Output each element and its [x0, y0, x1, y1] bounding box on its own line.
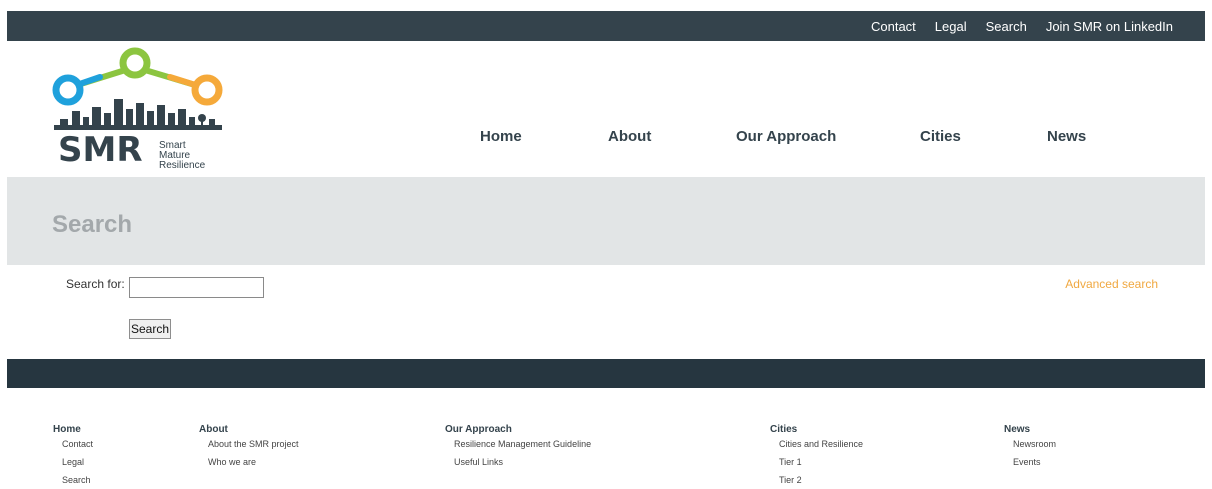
nav-cities[interactable]: Cities: [920, 128, 961, 145]
nav-news[interactable]: News: [1047, 128, 1086, 145]
advanced-search-link[interactable]: Advanced search: [1065, 277, 1158, 291]
footer-heading[interactable]: About: [199, 424, 299, 435]
footer-heading[interactable]: Cities: [770, 424, 863, 435]
footer-divider-band: [7, 359, 1205, 388]
footer-link[interactable]: Events: [1013, 458, 1056, 467]
search-label: Search for:: [66, 277, 125, 291]
footer-link[interactable]: Cities and Resilience: [779, 440, 863, 449]
search-input[interactable]: [129, 277, 264, 298]
logo-subtitle: Smart Mature Resilience: [159, 141, 205, 171]
search-button[interactable]: Search: [129, 319, 171, 339]
footer-link[interactable]: Contact: [62, 440, 93, 449]
top-link-linkedin[interactable]: Join SMR on LinkedIn: [1046, 19, 1173, 34]
top-link-legal[interactable]: Legal: [935, 19, 967, 34]
top-utility-bar: Contact Legal Search Join SMR on LinkedI…: [7, 11, 1205, 41]
footer-link[interactable]: Useful Links: [454, 458, 591, 467]
site-logo[interactable]: SMR Smart Mature Resilience: [50, 45, 230, 175]
page: Contact Legal Search Join SMR on LinkedI…: [0, 0, 1212, 489]
footer-column-our-approach: Our Approach Resilience Management Guide…: [445, 424, 591, 476]
footer-link[interactable]: Newsroom: [1013, 440, 1056, 449]
footer-link[interactable]: Search: [62, 476, 93, 485]
nav-home[interactable]: Home: [480, 128, 522, 145]
footer-heading[interactable]: News: [1004, 424, 1056, 435]
footer-link[interactable]: Tier 2: [779, 476, 863, 485]
top-link-search[interactable]: Search: [986, 19, 1027, 34]
nav-our-approach[interactable]: Our Approach: [736, 128, 836, 145]
footer-column-about: About About the SMR project Who we are: [199, 424, 299, 476]
footer-column-news: News Newsroom Events: [1004, 424, 1056, 476]
footer-link[interactable]: Legal: [62, 458, 93, 467]
footer-link[interactable]: About the SMR project: [208, 440, 299, 449]
footer-link[interactable]: Tier 1: [779, 458, 863, 467]
footer-heading[interactable]: Our Approach: [445, 424, 591, 435]
footer-link[interactable]: Who we are: [208, 458, 299, 467]
logo-wordmark: SMR: [58, 130, 143, 170]
top-link-contact[interactable]: Contact: [871, 19, 916, 34]
top-links: Contact Legal Search Join SMR on LinkedI…: [871, 11, 1173, 41]
nav-about[interactable]: About: [608, 128, 651, 145]
footer-link[interactable]: Resilience Management Guideline: [454, 440, 591, 449]
logo-subtitle-line: Resilience: [159, 160, 206, 171]
page-title: Search: [52, 211, 133, 238]
footer-heading[interactable]: Home: [53, 424, 93, 435]
page-title-band: Search: [7, 177, 1205, 265]
footer-column-home: Home Contact Legal Search: [53, 424, 93, 489]
footer-column-cities: Cities Cities and Resilience Tier 1 Tier…: [770, 424, 863, 489]
logo-graphic: [52, 47, 223, 130]
